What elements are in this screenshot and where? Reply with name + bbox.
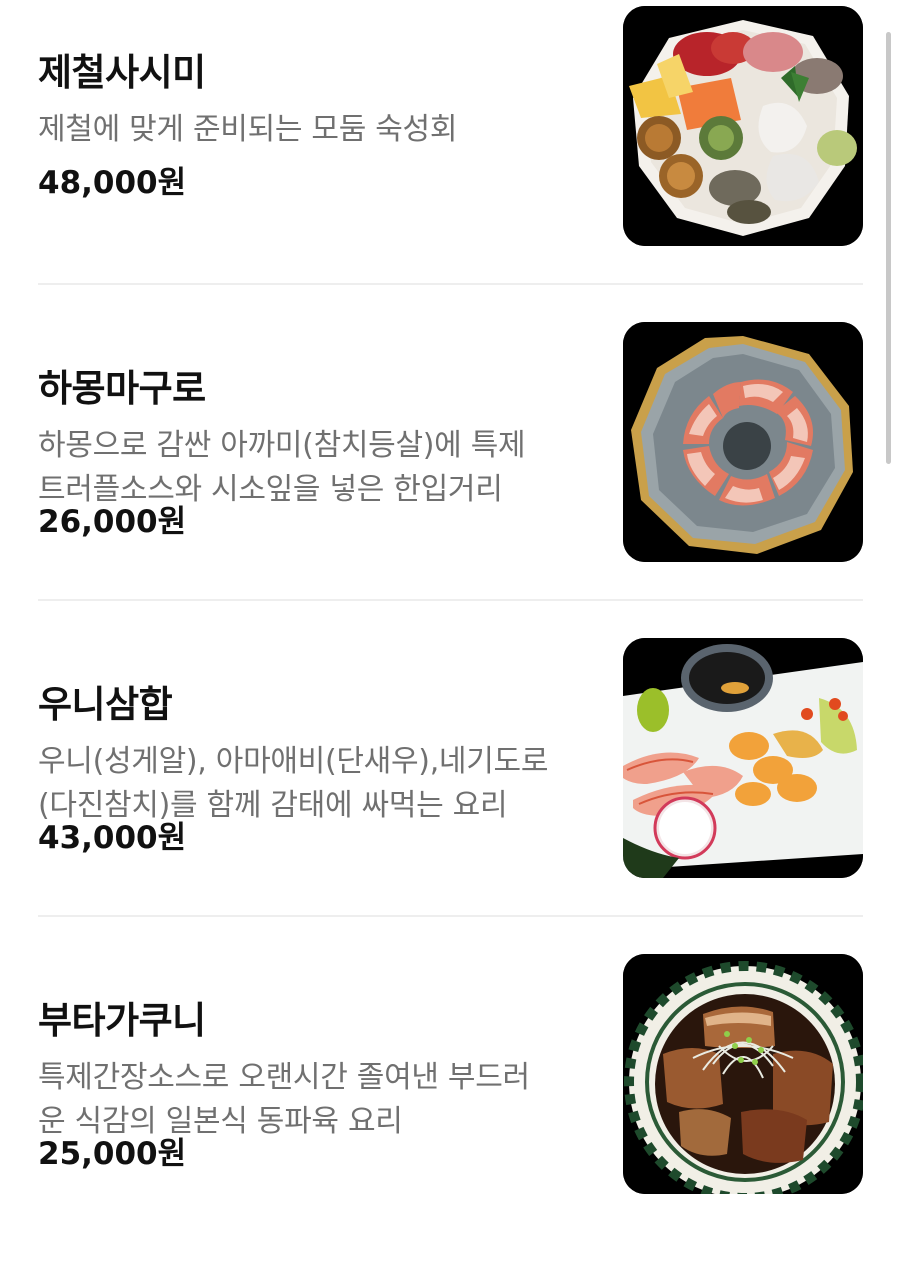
- menu-item-price: 25,000원: [38, 1136, 187, 1172]
- divider: [38, 915, 863, 917]
- menu-item-description-line: 우니(성게알), 아마애비(단새우),네기도로: [38, 744, 549, 779]
- menu-item-description-line: 하몽으로 감싼 아까미(참치등살)에 특제: [38, 428, 526, 463]
- divider: [38, 283, 863, 285]
- menu-item-image-uni-samhap[interactable]: [623, 638, 863, 878]
- menu-item-uni-samhap[interactable]: 우니삼합 우니(성게알), 아마애비(단새우),네기도로 (다진참치)를 함께 …: [0, 632, 900, 948]
- menu-item-description: 우니(성게알), 아마애비(단새우),네기도로 (다진참치)를 함께 감태에 싸…: [38, 740, 598, 828]
- menu-item-image-butagakuni[interactable]: [623, 954, 863, 1194]
- menu-item-price: 26,000원: [38, 504, 187, 540]
- menu-item-name: 우니삼합: [38, 683, 173, 726]
- divider: [38, 599, 863, 601]
- menu-item-jamon-maguro[interactable]: 하몽마구로 하몽으로 감싼 아까미(참치등살)에 특제 트러플소스와 시소잎을 …: [0, 316, 900, 632]
- menu-item-description-line: 특제간장소스로 오랜시간 졸여낸 부드러: [38, 1060, 530, 1095]
- menu-item-description-line: 제철에 맞게 준비되는 모둠 숙성회: [38, 112, 458, 147]
- menu-item-image-jamon-maguro[interactable]: [623, 322, 863, 562]
- menu-item-description: 제철에 맞게 준비되는 모둠 숙성회: [38, 108, 598, 152]
- menu-item-description: 특제간장소스로 오랜시간 졸여낸 부드러 운 식감의 일본식 동파육 요리: [38, 1056, 598, 1144]
- scrollbar[interactable]: [886, 32, 891, 464]
- menu-list: 제철사시미 제철에 맞게 준비되는 모둠 숙성회 48,000원 하몽마구로 하…: [0, 0, 900, 1226]
- menu-item-butagakuni[interactable]: 부타가쿠니 특제간장소스로 오랜시간 졸여낸 부드러 운 식감의 일본식 동파육…: [0, 948, 900, 1264]
- menu-item-sashimi[interactable]: 제철사시미 제철에 맞게 준비되는 모둠 숙성회 48,000원: [0, 0, 900, 316]
- menu-item-price: 48,000원: [38, 165, 187, 201]
- menu-item-description: 하몽으로 감싼 아까미(참치등살)에 특제 트러플소스와 시소잎을 넣은 한입거…: [38, 424, 598, 512]
- menu-item-name: 제철사시미: [38, 51, 206, 94]
- menu-item-name: 부타가쿠니: [38, 999, 206, 1042]
- menu-item-name: 하몽마구로: [38, 367, 206, 410]
- menu-item-price: 43,000원: [38, 820, 187, 856]
- menu-item-image-sashimi[interactable]: [623, 6, 863, 246]
